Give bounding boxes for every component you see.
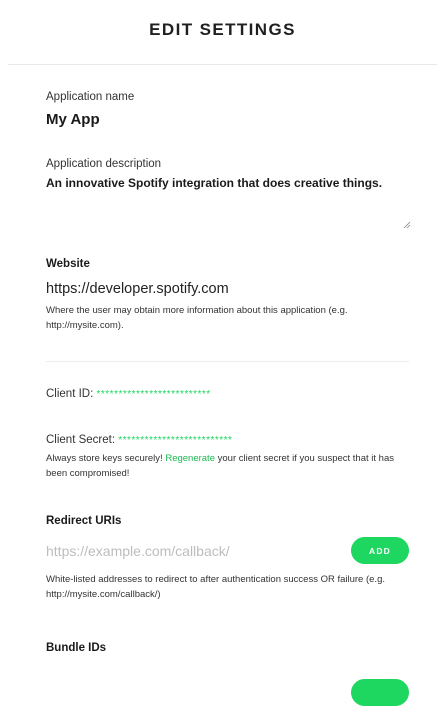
client-secret-section: Client Secret: *************************… [46,434,409,481]
app-description-section: Application description An innovative Sp… [46,158,410,228]
resize-handle-icon[interactable] [403,221,410,228]
client-secret-value: ************************** [118,435,233,446]
client-secret-label: Client Secret: [46,434,116,446]
client-id-label: Client ID: [46,388,94,400]
app-description-value: An innovative Spotify integration that d… [46,176,383,190]
page-title: EDIT SETTINGS [149,20,296,39]
bundle-ids-section: Bundle IDs [46,642,409,654]
client-id-row: Client ID: ************************** [46,388,409,400]
client-secret-help-text: Always store keys securely! [46,453,166,464]
redirect-uris-help: White-listed addresses to redirect to af… [46,574,385,600]
client-id-value: ************************** [96,389,211,400]
app-description-label: Application description [46,158,162,170]
add-redirect-uri-button[interactable]: ADD [351,537,409,564]
client-secret-help: Always store keys securely! Regenerate y… [46,451,409,481]
website-label: Website [46,258,90,270]
app-name-section: Application name My App [46,91,409,128]
add-bundle-id-button[interactable] [351,679,409,706]
divider [46,361,409,362]
website-help: Where the user may obtain more informati… [46,305,348,331]
app-name-field[interactable]: My App [46,111,409,128]
redirect-uris-label: Redirect URIs [46,515,122,527]
header: EDIT SETTINGS [8,0,437,65]
regenerate-link[interactable]: Regenerate [165,453,215,464]
redirect-uri-input-row: ADD [46,537,409,564]
app-name-label: Application name [46,91,135,103]
bundle-ids-label: Bundle IDs [46,642,107,654]
redirect-uris-section: Redirect URIs ADD White-listed addresses… [46,515,409,602]
app-description-textarea[interactable]: An innovative Spotify integration that d… [46,176,410,228]
redirect-uri-input[interactable] [46,542,336,559]
settings-form: Application name My App Application desc… [0,91,445,654]
website-section: Website https://developer.spotify.com Wh… [46,258,409,333]
website-field[interactable]: https://developer.spotify.com [46,281,409,297]
